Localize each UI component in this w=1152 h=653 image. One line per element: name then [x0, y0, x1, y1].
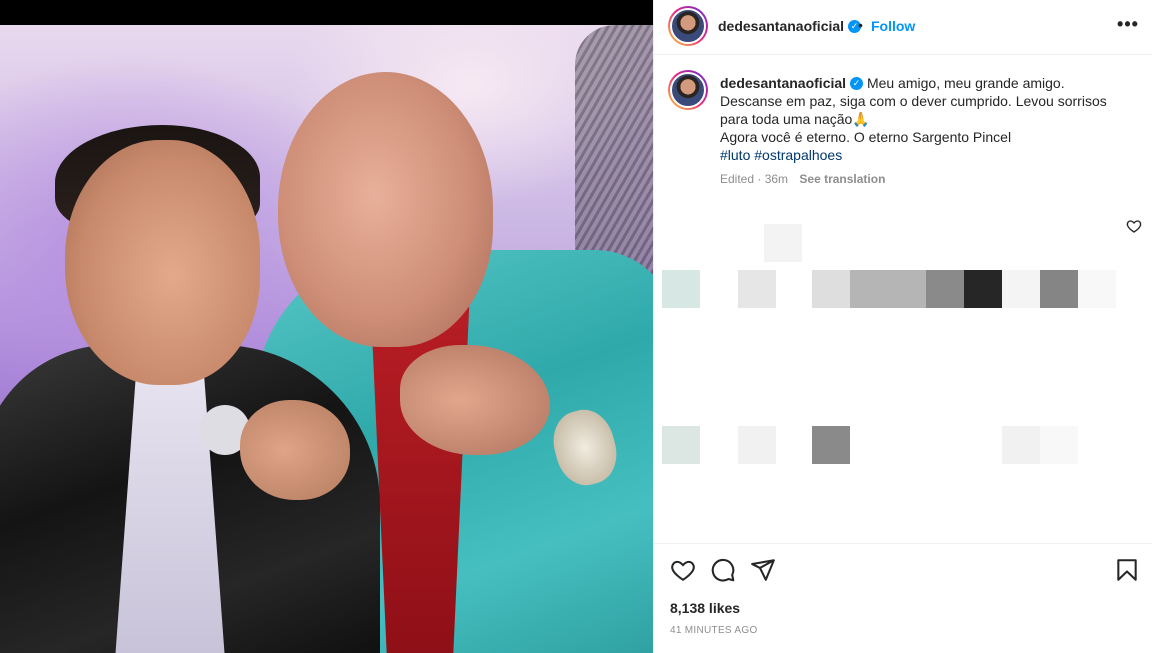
- verified-badge-icon: ✓: [850, 76, 864, 90]
- caption-hashtags: #luto #ostrapalhoes: [720, 146, 1130, 164]
- caption-avatar[interactable]: [668, 70, 708, 110]
- photo-fan-shape: [575, 25, 653, 285]
- edited-time: Edited · 36m: [720, 172, 789, 186]
- photo-letterbox: [0, 0, 653, 25]
- caption-line-3: Agora você é eterno. O eterno Sargento P…: [720, 129, 1012, 145]
- bookmark-icon[interactable]: [1114, 557, 1140, 583]
- photo-person-left-head: [65, 140, 260, 385]
- hashtag-link[interactable]: #luto: [720, 147, 750, 163]
- loading-placeholder: [662, 426, 700, 464]
- likes-count[interactable]: 8,138 likes: [670, 600, 740, 616]
- post-header: dedesantanaoficial ✓ • Follow •••: [654, 0, 1152, 55]
- loading-placeholder: [1002, 426, 1040, 464]
- loading-placeholder: [662, 270, 700, 308]
- caption-username[interactable]: dedesantanaoficial ✓: [720, 75, 864, 91]
- follow-button[interactable]: Follow: [871, 18, 915, 34]
- send-icon[interactable]: [750, 557, 776, 583]
- caption-line-1: Meu amigo, meu grande amigo.: [866, 75, 1065, 91]
- author-avatar[interactable]: [668, 6, 708, 46]
- see-translation-link[interactable]: See translation: [799, 172, 885, 186]
- author-username[interactable]: dedesantanaoficial ✓: [718, 18, 862, 34]
- caption-line-2: Descanse em paz, siga com o dever cumpri…: [720, 93, 1107, 127]
- loading-placeholder: [1040, 426, 1078, 464]
- loading-placeholder: [964, 270, 1002, 308]
- post-caption: dedesantanaoficial ✓ Meu amigo, meu grand…: [720, 74, 1130, 164]
- loading-placeholder: [764, 224, 802, 262]
- more-options-icon[interactable]: •••: [1116, 14, 1140, 38]
- heart-icon[interactable]: [670, 557, 696, 583]
- loading-placeholder: [850, 270, 926, 308]
- header-separator: •: [858, 17, 863, 33]
- loading-placeholder: [738, 426, 776, 464]
- post-timestamp[interactable]: 41 MINUTES AGO: [670, 625, 758, 636]
- caption-meta: Edited · 36m See translation: [720, 172, 885, 186]
- hashtag-link[interactable]: #ostrapalhoes: [754, 147, 842, 163]
- loading-placeholder: [812, 426, 850, 464]
- loading-placeholder: [812, 270, 850, 308]
- loading-placeholder: [1002, 270, 1040, 308]
- post-side-panel: dedesantanaoficial ✓ • Follow ••• dedesan…: [653, 0, 1152, 653]
- photo-person-right-head: [278, 72, 493, 347]
- photo-person-left-hand: [240, 400, 350, 500]
- loading-placeholder: [738, 270, 776, 308]
- loading-placeholder: [1078, 270, 1116, 308]
- loading-placeholder: [1040, 270, 1078, 308]
- comments-area[interactable]: dedesantanaoficial ✓ Meu amigo, meu grand…: [654, 56, 1152, 542]
- post-actions: 8,138 likes 41 MINUTES AGO: [654, 543, 1152, 653]
- post-photo[interactable]: [0, 0, 653, 653]
- caption-like-heart-icon[interactable]: [1126, 218, 1142, 234]
- comment-icon[interactable]: [710, 557, 736, 583]
- loading-placeholder: [926, 270, 964, 308]
